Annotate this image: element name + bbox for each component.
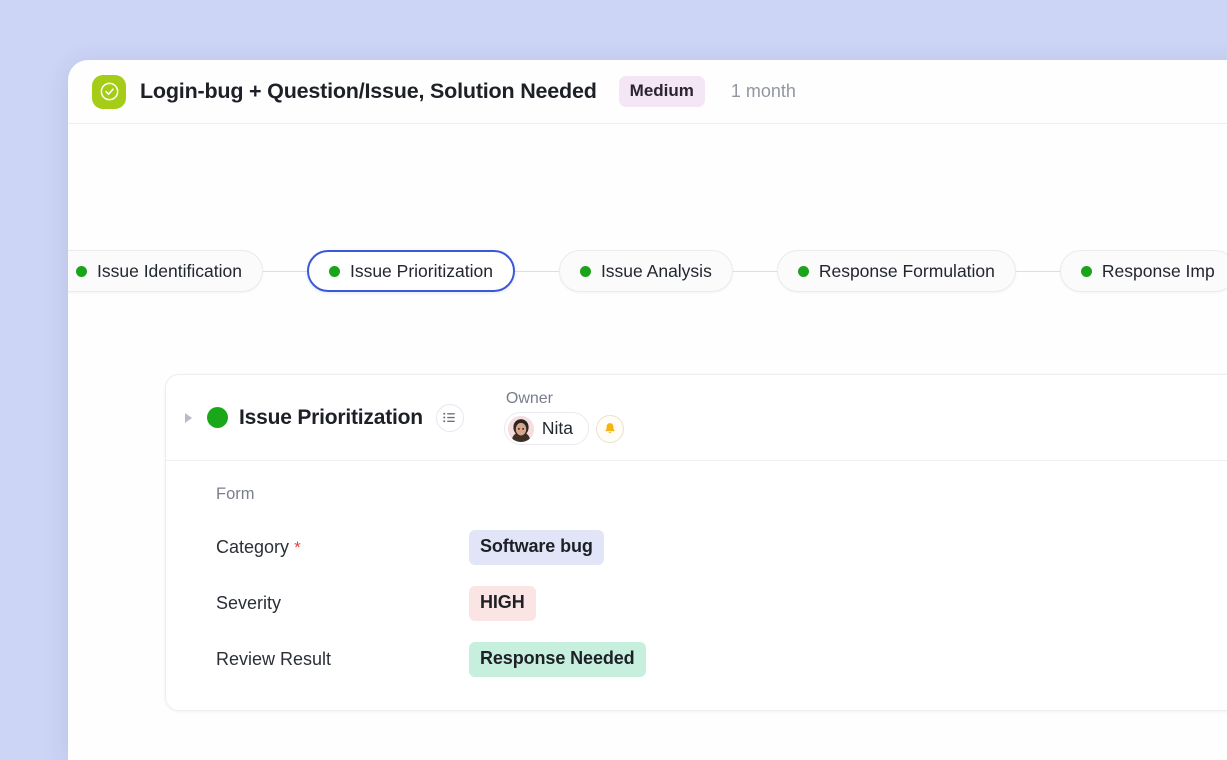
- field-label-severity: Severity: [216, 592, 282, 613]
- duration-text: 1 month: [730, 81, 796, 101]
- step-issue-analysis[interactable]: Issue Analysis: [558, 250, 733, 292]
- priority-badge: Medium: [618, 76, 705, 107]
- step-connector: [262, 270, 307, 272]
- step-status-dot: [797, 265, 809, 277]
- field-value-category[interactable]: Software bug: [469, 529, 604, 565]
- form-row: Review Result Response Needed: [216, 638, 1227, 680]
- step-issue-prioritization[interactable]: Issue Prioritization: [306, 250, 515, 292]
- step-label: Issue Identification: [97, 260, 242, 281]
- step-status-dot: [328, 265, 340, 277]
- field-label-category: Category *: [216, 537, 469, 558]
- field-label-review-result: Review Result: [216, 648, 332, 669]
- owner-block: Owner Nita: [503, 390, 624, 445]
- step-issue-identification[interactable]: Issue Identification: [68, 250, 263, 292]
- step-label: Issue Analysis: [600, 260, 712, 281]
- step-status-dot: [579, 265, 591, 277]
- stage-status-dot: [207, 407, 228, 428]
- field-value-review-result[interactable]: Response Needed: [469, 641, 646, 677]
- owner-label: Owner: [505, 390, 553, 407]
- step-connector: [732, 270, 777, 272]
- owner-row: Nita: [503, 412, 624, 445]
- page-title: Login-bug + Question/Issue, Solution Nee…: [140, 79, 597, 103]
- app-window: Login-bug + Question/Issue, Solution Nee…: [68, 60, 1227, 760]
- step-connector: [514, 270, 559, 272]
- step-status-dot: [76, 265, 87, 277]
- form-row: Severity HIGH: [216, 582, 1227, 624]
- window-header: Login-bug + Question/Issue, Solution Nee…: [68, 60, 1227, 124]
- field-label-text: Category: [216, 536, 290, 557]
- step-response-formulation[interactable]: Response Formulation: [776, 250, 1016, 292]
- caret-right-icon[interactable]: [180, 412, 196, 423]
- bell-icon[interactable]: [596, 414, 624, 443]
- form-row: Category * Software bug: [216, 526, 1227, 568]
- step-connector: [1015, 270, 1060, 272]
- stage-form: Form Category * Software bug Severity HI…: [166, 461, 1227, 710]
- owner-chip[interactable]: Nita: [503, 412, 589, 445]
- step-response-implementation[interactable]: Response Imp: [1059, 250, 1227, 292]
- avatar: [507, 415, 534, 442]
- field-value-severity[interactable]: HIGH: [469, 585, 536, 621]
- step-label: Response Imp: [1101, 260, 1215, 281]
- workflow-stepper: Issue Identification Issue Prioritizatio…: [68, 247, 1227, 295]
- check-circle-icon: [92, 74, 126, 109]
- stage-card: Issue Prioritization Owner Nita Form Cat…: [165, 374, 1227, 711]
- form-section-label: Form: [216, 485, 255, 503]
- step-label: Response Formulation: [818, 260, 995, 281]
- step-label: Issue Prioritization: [349, 260, 493, 281]
- required-marker: *: [294, 537, 301, 557]
- stage-title: Issue Prioritization: [239, 405, 423, 429]
- step-status-dot: [1080, 265, 1092, 277]
- owner-name: Nita: [541, 418, 573, 438]
- list-icon[interactable]: [435, 403, 464, 432]
- stage-header: Issue Prioritization Owner Nita: [166, 375, 1227, 461]
